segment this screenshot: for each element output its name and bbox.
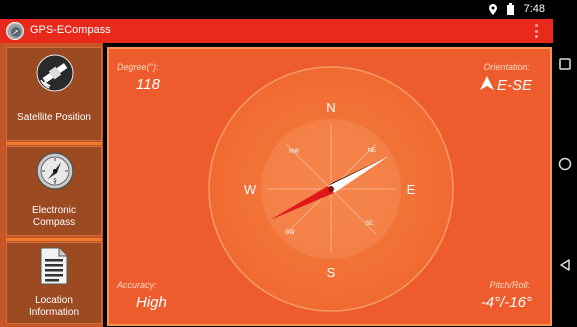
direction-arrow-icon — [479, 76, 494, 95]
sidebar-item-label-line: Location Information — [28, 295, 80, 318]
cardinal-n: N — [326, 100, 335, 115]
compass-gauge-icon: S — [36, 152, 74, 193]
degree-value: 118 — [136, 76, 160, 93]
orientation-value: E-SE — [496, 77, 532, 94]
sidebar-item-label: Satellite Position — [17, 112, 91, 123]
sidebar-item-location-information[interactable]: Location Information — [6, 242, 102, 324]
cardinal-w: W — [244, 182, 257, 197]
pitch-roll-value: -4°/-16° — [480, 294, 532, 311]
intercardinal-nw: NW — [289, 149, 299, 155]
sidebar-item-electronic-compass[interactable]: S Electronic Compass — [6, 146, 102, 236]
compass-dial: N E S W NW NE SW SE — [208, 66, 454, 312]
cardinal-e: E — [407, 182, 416, 197]
divider — [6, 142, 102, 145]
degree-label: Degree(°): — [117, 62, 159, 72]
battery-icon — [506, 3, 514, 15]
app-title: GPS-ECompass — [30, 24, 111, 36]
cardinal-s: S — [327, 265, 336, 280]
orientation-readout: E-SE — [479, 76, 532, 95]
status-bar: 7:48 — [0, 0, 553, 19]
back-icon[interactable] — [558, 258, 572, 272]
intercardinal-sw: SW — [285, 230, 295, 236]
satellite-icon — [36, 54, 74, 95]
sidebar-item-label: Electronic Compass — [7, 205, 101, 229]
app-bar: GPS-ECompass — [0, 19, 553, 43]
intercardinal-ne: NE — [368, 148, 376, 154]
pitch-roll-label: Pitch/Roll: — [489, 280, 530, 290]
overflow-menu-icon[interactable] — [533, 24, 539, 38]
sidebar-item-satellite-position[interactable]: Satellite Position — [6, 47, 102, 141]
sidebar: Satellite Position S Electronic Compass — [0, 43, 103, 327]
svg-text:S: S — [53, 178, 56, 184]
accuracy-label: Accuracy: — [117, 280, 157, 290]
orientation-label: Orientation: — [483, 62, 530, 72]
needle-pivot — [328, 186, 334, 192]
document-icon — [40, 247, 68, 288]
clock: 7:48 — [523, 3, 545, 15]
location-pin-icon — [488, 3, 497, 15]
intercardinal-se: SE — [365, 221, 373, 227]
sidebar-item-label: Location Information — [7, 295, 101, 319]
divider — [6, 238, 102, 241]
compass-panel: Degree(°): 118 Orientation: E-SE Accurac… — [107, 47, 552, 326]
sidebar-item-label-line: Electronic Compass — [32, 205, 76, 228]
recent-apps-icon[interactable] — [558, 57, 572, 71]
app-logo-icon[interactable] — [6, 22, 24, 40]
navigation-bar — [553, 0, 577, 327]
home-icon[interactable] — [558, 157, 572, 171]
accuracy-value: High — [136, 294, 167, 311]
